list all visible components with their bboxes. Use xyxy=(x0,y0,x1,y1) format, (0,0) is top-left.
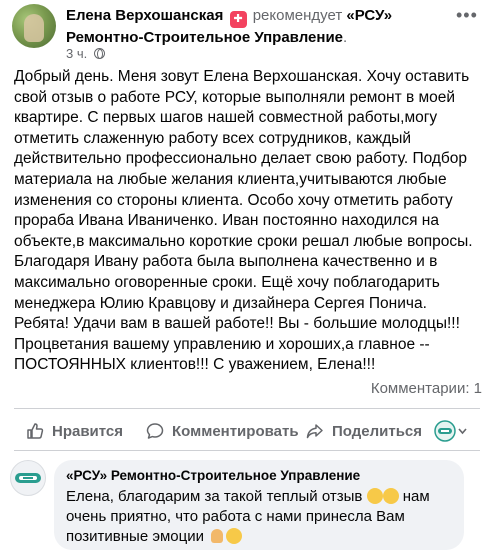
post-time[interactable]: 3 ч. xyxy=(66,46,87,61)
comment-button[interactable]: Комментировать xyxy=(146,414,299,448)
share-icon xyxy=(306,424,323,439)
page-period: . xyxy=(343,29,348,46)
more-icon[interactable]: ••• xyxy=(456,6,480,24)
reply-text: Елена, благодарим за такой теплый отзыв … xyxy=(66,487,452,547)
divider xyxy=(14,408,480,409)
emoji-icon xyxy=(208,528,226,544)
recommends-verb: рекомендует xyxy=(252,7,343,24)
post-body: Добрый день. Меня зовут Елена Верхошанск… xyxy=(14,68,473,374)
page-avatar[interactable] xyxy=(10,460,46,496)
like-label: Нравится xyxy=(52,422,124,440)
globe-icon xyxy=(93,48,105,59)
post-headline: Елена Верхошанская ✚ рекомендует «РСУ» Р… xyxy=(66,6,456,48)
emoji-icon xyxy=(366,488,383,504)
author-name[interactable]: Елена Верхошанская xyxy=(66,7,223,24)
emoji-icon xyxy=(382,488,399,504)
share-label: Поделиться xyxy=(332,422,423,440)
reply-author[interactable]: «РСУ» Ремонтно-Строительное Управление xyxy=(66,467,452,485)
page-identity-selector[interactable] xyxy=(434,414,476,448)
action-bar: Нравится Комментировать Поделиться xyxy=(14,414,484,448)
comments-count[interactable]: Комментарии: 1 xyxy=(371,380,482,397)
divider xyxy=(14,450,480,451)
reply-text-part-1: Елена, благодарим за такой теплый отзыв xyxy=(66,488,363,505)
comment-bubble: «РСУ» Ремонтно-Строительное Управление Е… xyxy=(54,460,464,550)
recommend-icon: ✚ xyxy=(229,11,247,28)
page-logo-icon xyxy=(434,420,467,442)
like-button[interactable]: Нравится xyxy=(26,414,123,448)
post-header: Елена Верхошанская ✚ рекомендует «РСУ» Р… xyxy=(12,4,482,62)
comment-icon xyxy=(146,423,164,439)
emoji-icon xyxy=(226,528,243,544)
comment-label: Комментировать xyxy=(172,422,299,440)
post-meta: 3 ч. xyxy=(66,46,105,62)
like-icon xyxy=(27,423,44,439)
author-avatar[interactable] xyxy=(12,4,56,48)
share-button[interactable]: Поделиться xyxy=(306,414,422,448)
page-logo-icon xyxy=(15,473,41,483)
comment-reply: «РСУ» Ремонтно-Строительное Управление Е… xyxy=(10,460,484,550)
